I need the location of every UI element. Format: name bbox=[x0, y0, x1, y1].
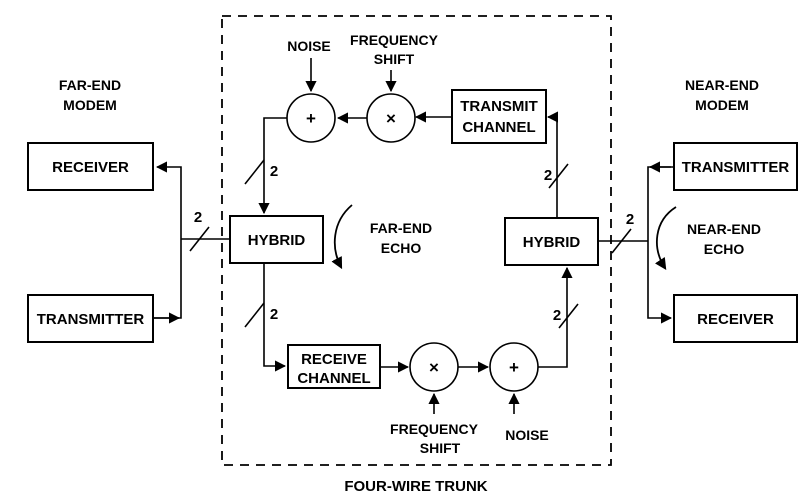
far-end-modem-label-line1: FAR-END bbox=[59, 77, 121, 93]
near-end-modem-label-line2: MODEM bbox=[695, 97, 749, 113]
wire-bus-to-far-receiver bbox=[155, 161, 182, 239]
near-end-echo-label-line1: NEAR-END bbox=[687, 221, 761, 237]
far-hybrid-up-width: 2 bbox=[270, 163, 278, 180]
near-end-echo-label-line2: ECHO bbox=[704, 241, 745, 257]
near-end-transmitter-label: TRANSMITTER bbox=[682, 159, 790, 176]
far-end-echo-arrow bbox=[331, 204, 353, 270]
far-end-echo-label-line2: ECHO bbox=[381, 240, 422, 256]
bottom-adder-symbol: + bbox=[509, 358, 519, 377]
far-hybrid-down-width: 2 bbox=[270, 306, 278, 323]
far-end-receiver-label: RECEIVER bbox=[52, 159, 129, 176]
bottom-multiplier-symbol: × bbox=[429, 358, 439, 377]
near-end-echo-arrow bbox=[654, 206, 677, 270]
wire-near-transmitter-to-bus bbox=[647, 166, 671, 241]
diagram-canvas: FAR-END MODEM RECEIVER TRANSMITTER 2 NEA… bbox=[27, 15, 798, 495]
top-frequency-shift-label-line1: FREQUENCY bbox=[350, 32, 439, 48]
bottom-frequency-shift-label-line1: FREQUENCY bbox=[390, 421, 479, 437]
far-end-echo-label-line1: FAR-END bbox=[370, 220, 432, 236]
far-end-transmitter-label: TRANSMITTER bbox=[37, 311, 145, 328]
wire-bus-to-near-receiver bbox=[647, 241, 673, 324]
bottom-noise-label: NOISE bbox=[505, 427, 549, 443]
near-modem-bus-width: 2 bbox=[626, 211, 634, 228]
near-end-modem-label-line1: NEAR-END bbox=[685, 77, 759, 93]
receive-channel-label-line1: RECEIVE bbox=[301, 351, 367, 368]
near-hybrid-down-slash bbox=[558, 303, 579, 329]
bottom-frequency-shift-label-line2: SHIFT bbox=[420, 440, 461, 456]
near-hybrid-down-width: 2 bbox=[553, 307, 561, 324]
four-wire-trunk-caption: FOUR-WIRE TRUNK bbox=[344, 478, 487, 495]
near-end-receiver-label: RECEIVER bbox=[697, 311, 774, 328]
top-noise-label: NOISE bbox=[287, 38, 331, 54]
far-end-hybrid-label: HYBRID bbox=[248, 232, 306, 249]
near-end-hybrid-label: HYBRID bbox=[523, 234, 581, 251]
top-frequency-shift-label-line2: SHIFT bbox=[374, 51, 415, 67]
transmit-channel-label-line1: TRANSMIT bbox=[460, 98, 538, 115]
top-adder-symbol: + bbox=[306, 109, 316, 128]
wire-far-transmitter-to-bus bbox=[153, 239, 182, 319]
receive-channel-label-line2: CHANNEL bbox=[297, 370, 370, 387]
transmit-channel-label-line2: CHANNEL bbox=[462, 119, 535, 136]
top-multiplier-symbol: × bbox=[386, 109, 396, 128]
far-end-modem-label-line2: MODEM bbox=[63, 97, 117, 113]
far-hybrid-up-slash bbox=[244, 159, 265, 185]
four-wire-trunk-diagram: FAR-END MODEM RECEIVER TRANSMITTER 2 NEA… bbox=[0, 0, 807, 503]
far-hybrid-down-slash bbox=[244, 302, 265, 328]
near-hybrid-up-width: 2 bbox=[544, 167, 552, 184]
far-modem-bus-width: 2 bbox=[194, 209, 202, 226]
